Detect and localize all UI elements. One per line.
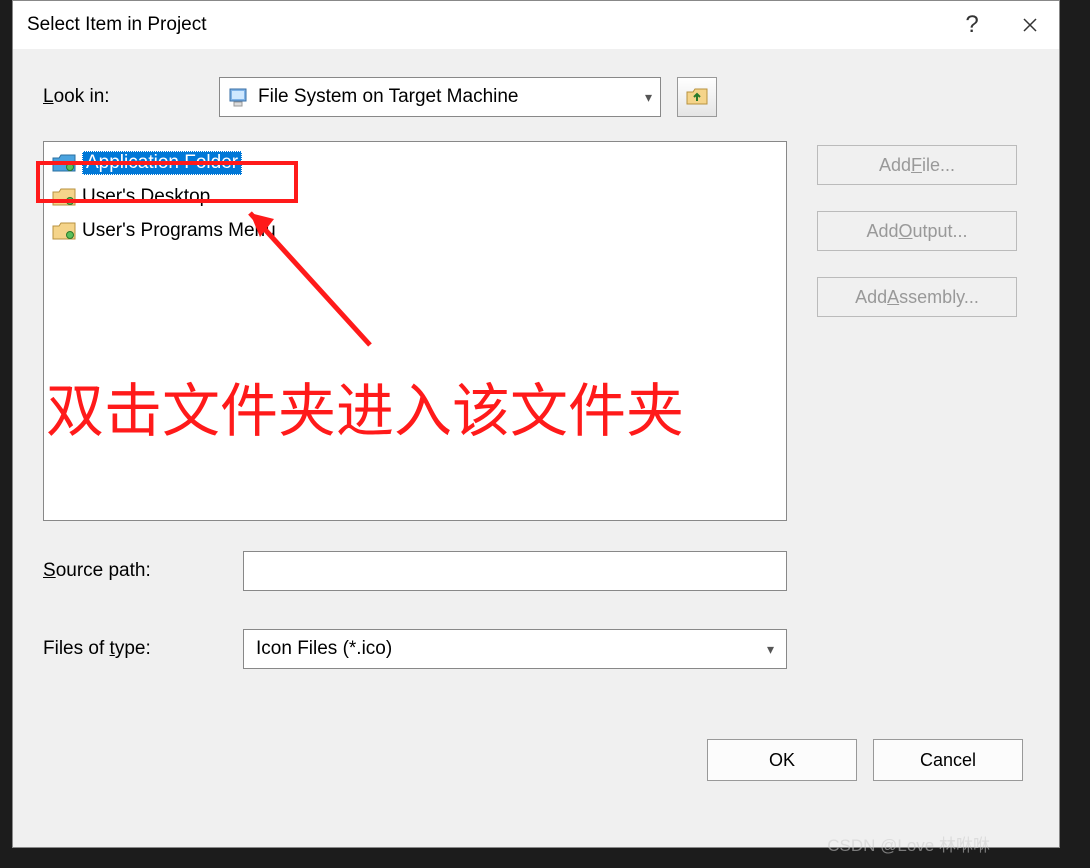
- dialog-button-row: OK Cancel: [43, 739, 1029, 781]
- folder-up-button[interactable]: [677, 77, 717, 117]
- folder-icon: [52, 153, 76, 173]
- source-path-input[interactable]: [243, 551, 787, 591]
- select-item-dialog: Select Item in Project ? Look in: File S…: [12, 0, 1060, 848]
- files-type-row: Files of type: Icon Files (*.ico) ▾: [43, 629, 1029, 669]
- folder-icon: [52, 187, 76, 207]
- folder-icon: [52, 221, 76, 241]
- ok-button[interactable]: OK: [707, 739, 857, 781]
- file-list[interactable]: Application Folder User's Desktop User's…: [43, 141, 787, 521]
- side-buttons: Add File... Add Output... Add Assembly..…: [817, 141, 1017, 521]
- source-path-label: Source path:: [43, 560, 243, 582]
- dialog-title: Select Item in Project: [27, 14, 943, 36]
- lookin-value: File System on Target Machine: [258, 86, 637, 108]
- cancel-button[interactable]: Cancel: [873, 739, 1023, 781]
- list-item-application-folder[interactable]: Application Folder: [48, 146, 782, 180]
- list-item-label: User's Programs Menu: [82, 220, 276, 242]
- add-output-button[interactable]: Add Output...: [817, 211, 1017, 251]
- close-button[interactable]: [1001, 1, 1059, 49]
- files-type-label: Files of type:: [43, 638, 243, 660]
- folder-up-icon: [685, 86, 709, 108]
- lookin-label: Look in:: [43, 86, 203, 108]
- files-type-dropdown[interactable]: Icon Files (*.ico) ▾: [243, 629, 787, 669]
- chevron-down-icon: ▾: [645, 89, 652, 106]
- source-path-row: Source path:: [43, 551, 1029, 591]
- lookin-dropdown[interactable]: File System on Target Machine ▾: [219, 77, 661, 117]
- titlebar: Select Item in Project ?: [13, 1, 1059, 49]
- list-item-label: Application Folder: [82, 151, 242, 175]
- computer-icon: [228, 86, 250, 108]
- list-item-label: User's Desktop: [82, 186, 210, 208]
- list-item-users-programs-menu[interactable]: User's Programs Menu: [48, 214, 782, 248]
- list-item-users-desktop[interactable]: User's Desktop: [48, 180, 782, 214]
- main-row: Application Folder User's Desktop User's…: [43, 141, 1029, 521]
- help-button[interactable]: ?: [943, 1, 1001, 49]
- watermark: CSDN @Love 林咻咻: [827, 831, 990, 856]
- chevron-down-icon: ▾: [767, 641, 774, 658]
- add-assembly-button[interactable]: Add Assembly...: [817, 277, 1017, 317]
- files-type-value: Icon Files (*.ico): [256, 638, 392, 660]
- lookin-row: Look in: File System on Target Machine ▾: [43, 77, 1029, 117]
- close-icon: [1022, 17, 1038, 33]
- dialog-content: Look in: File System on Target Machine ▾…: [13, 49, 1059, 781]
- add-file-button[interactable]: Add File...: [817, 145, 1017, 185]
